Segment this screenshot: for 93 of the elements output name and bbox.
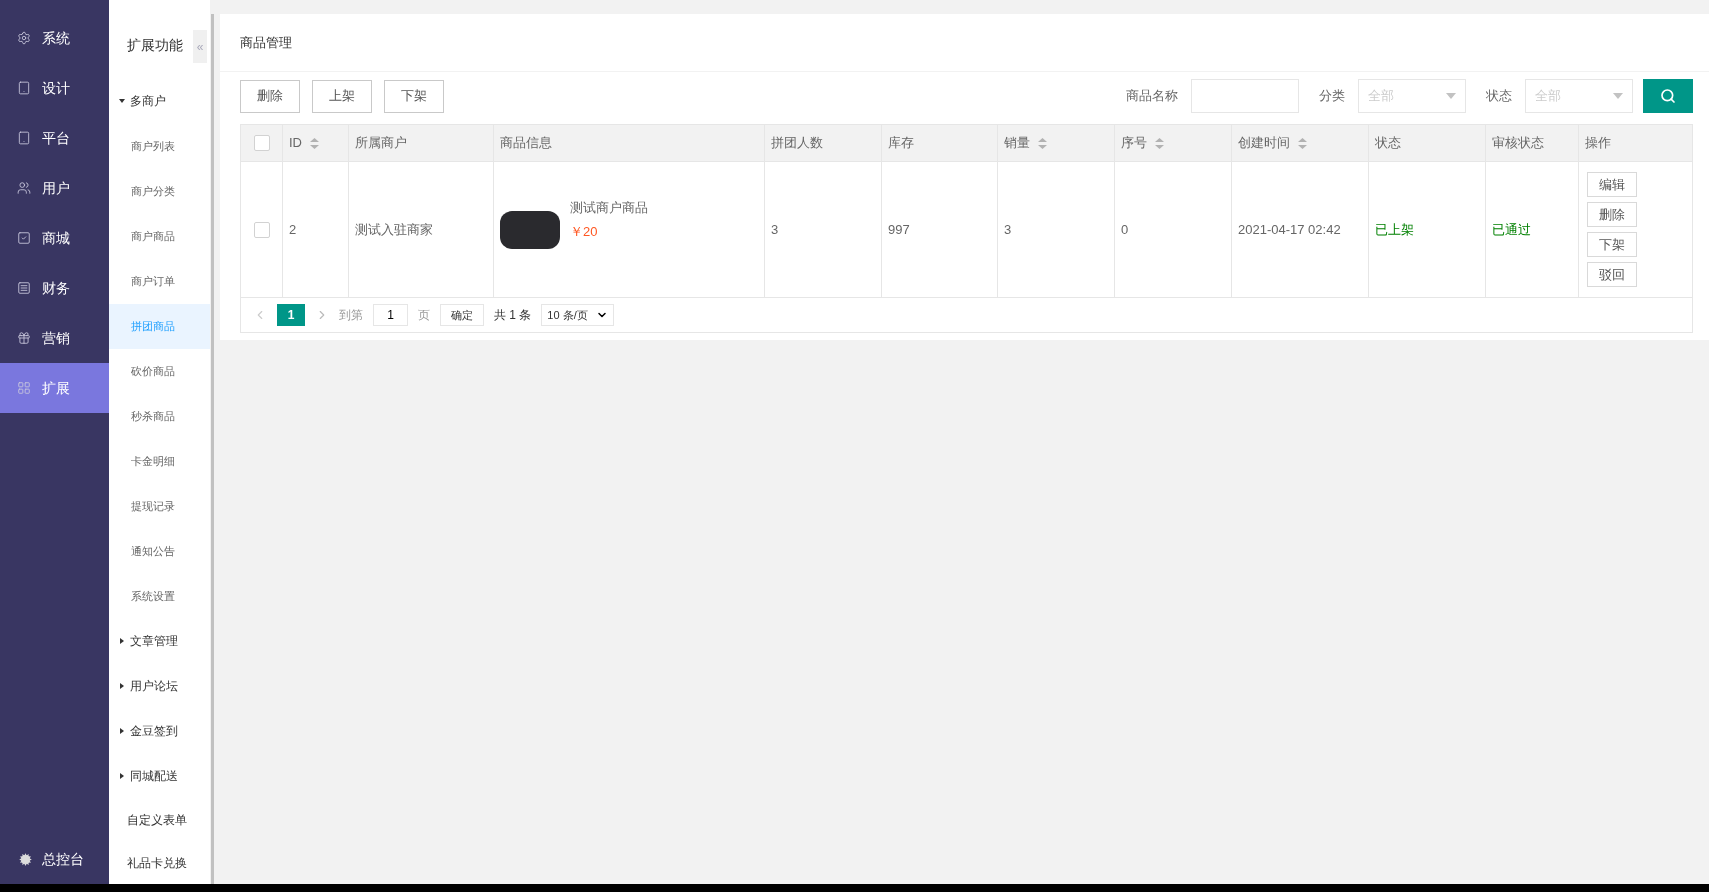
page-button[interactable]: 1 <box>277 304 305 326</box>
gear-icon <box>19 852 32 866</box>
column-label: 商品信息 <box>500 134 552 153</box>
submenu-item[interactable]: 商户订单 <box>109 258 210 304</box>
action-button[interactable]: 驳回 <box>1587 262 1637 287</box>
column-label: 所属商户 <box>355 134 407 153</box>
square-icon <box>17 281 31 295</box>
page-title: 商品管理 <box>240 33 292 52</box>
toolbar-button[interactable]: 删除 <box>240 79 300 113</box>
caret-icon <box>1613 93 1623 99</box>
total-count: 共 1 条 <box>494 307 532 324</box>
submenu-item[interactable]: 秒杀商品 <box>109 393 210 439</box>
submenu-item[interactable]: 砍价商品 <box>109 348 210 394</box>
submenu-title: 扩展功能 <box>127 35 183 55</box>
submenu-item[interactable]: 商户列表 <box>109 123 210 169</box>
sidebar-item[interactable]: 扩展 <box>0 363 109 413</box>
page-size-select[interactable]: 10 条/页 <box>541 304 615 326</box>
submenu-item[interactable]: 商户分类 <box>109 168 210 214</box>
sort-icon[interactable] <box>1038 137 1047 149</box>
submenu-item[interactable]: 商户商品 <box>109 213 210 259</box>
caret-icon <box>1446 93 1456 99</box>
gift-icon <box>17 331 31 345</box>
user-icon <box>17 181 31 195</box>
submenu-group[interactable]: 文章管理 <box>109 618 210 664</box>
photo-placeholder <box>500 210 560 249</box>
sort-icon[interactable] <box>1298 137 1307 149</box>
input-field[interactable] <box>1191 79 1299 113</box>
submenu-item[interactable]: 礼品卡兑换 <box>109 841 210 884</box>
submenu-group[interactable]: 金豆签到 <box>109 708 210 754</box>
product-price: ￥20 <box>570 223 599 241</box>
submenu-group[interactable]: 用户论坛 <box>109 663 210 709</box>
column-label: 拼团人数 <box>771 134 823 153</box>
square-icon <box>17 231 31 245</box>
table-cell-text: 3 <box>771 220 779 239</box>
caret-icon <box>119 683 125 689</box>
goto-label: 到第 <box>339 307 363 324</box>
table-cell-text: 已通过 <box>1492 220 1531 239</box>
caret-icon <box>119 638 125 644</box>
column-label: 创建时间 <box>1238 134 1290 153</box>
sidebar-item[interactable]: 用户 <box>0 163 109 213</box>
table-cell-text: 0 <box>1121 220 1129 239</box>
filter-label: 商品名称 <box>1126 87 1178 106</box>
column-label: 操作 <box>1585 134 1611 153</box>
sidebar-item[interactable]: 设计 <box>0 63 109 113</box>
submenu-item[interactable]: 自定义表单 <box>109 798 210 842</box>
sidebar-item[interactable]: 财务 <box>0 263 109 313</box>
sort-icon[interactable] <box>1155 137 1164 149</box>
table-cell-text: 2021-04-17 02:42 <box>1238 220 1341 239</box>
checkbox[interactable] <box>253 135 270 151</box>
tablet-icon <box>17 131 31 145</box>
column-label: 状态 <box>1375 134 1401 153</box>
grid-icon <box>17 381 31 395</box>
table-cell-text: 2 <box>289 220 297 239</box>
confirm-button[interactable]: 确定 <box>440 304 484 326</box>
filter-label: 分类 <box>1319 87 1345 106</box>
page-input[interactable]: 1 <box>373 304 408 326</box>
search-icon <box>1660 88 1676 104</box>
gear-icon <box>17 31 31 45</box>
column-label: 序号 <box>1121 134 1147 153</box>
caret-icon <box>119 728 125 734</box>
submenu-item[interactable]: 卡金明细 <box>109 438 210 484</box>
toolbar-button[interactable]: 上架 <box>312 79 372 113</box>
table-cell-text: 997 <box>888 220 910 239</box>
action-button[interactable]: 下架 <box>1587 232 1637 257</box>
sort-icon[interactable] <box>310 137 319 149</box>
caret-icon <box>119 773 125 779</box>
filter-label: 状态 <box>1486 87 1512 106</box>
sidebar-item[interactable]: 系统 <box>0 13 109 63</box>
column-label: ID <box>289 134 302 153</box>
product-name: 测试商户商品 <box>570 198 648 217</box>
submenu-group[interactable]: 多商户 <box>109 78 210 124</box>
submenu-item[interactable]: 通知公告 <box>109 528 210 574</box>
submenu-item[interactable]: 提现记录 <box>109 483 210 529</box>
checkbox[interactable] <box>253 221 270 238</box>
toolbar-button[interactable]: 下架 <box>384 79 444 113</box>
submenu-item[interactable]: 系统设置 <box>109 573 210 619</box>
sidebar-item[interactable]: 平台 <box>0 113 109 163</box>
search-button[interactable] <box>1643 79 1693 113</box>
sidebar-item[interactable]: 商城 <box>0 213 109 263</box>
action-button[interactable]: 删除 <box>1587 202 1637 227</box>
caret-icon <box>119 98 125 104</box>
table-cell-text: 已上架 <box>1375 220 1414 239</box>
table-cell-text: 测试入驻商家 <box>355 220 433 239</box>
column-label: 审核状态 <box>1492 134 1544 153</box>
table-cell-text: 3 <box>1004 220 1012 239</box>
column-label: 销量 <box>1004 134 1030 153</box>
submenu-group[interactable]: 同城配送 <box>109 753 210 799</box>
action-button[interactable]: 编辑 <box>1587 172 1637 197</box>
page-suffix: 页 <box>418 307 430 324</box>
sidebar-item[interactable]: 营销 <box>0 313 109 363</box>
column-label: 库存 <box>888 134 914 153</box>
sidebar-item[interactable]: 总控台 <box>0 839 109 879</box>
tablet-icon <box>17 81 31 95</box>
